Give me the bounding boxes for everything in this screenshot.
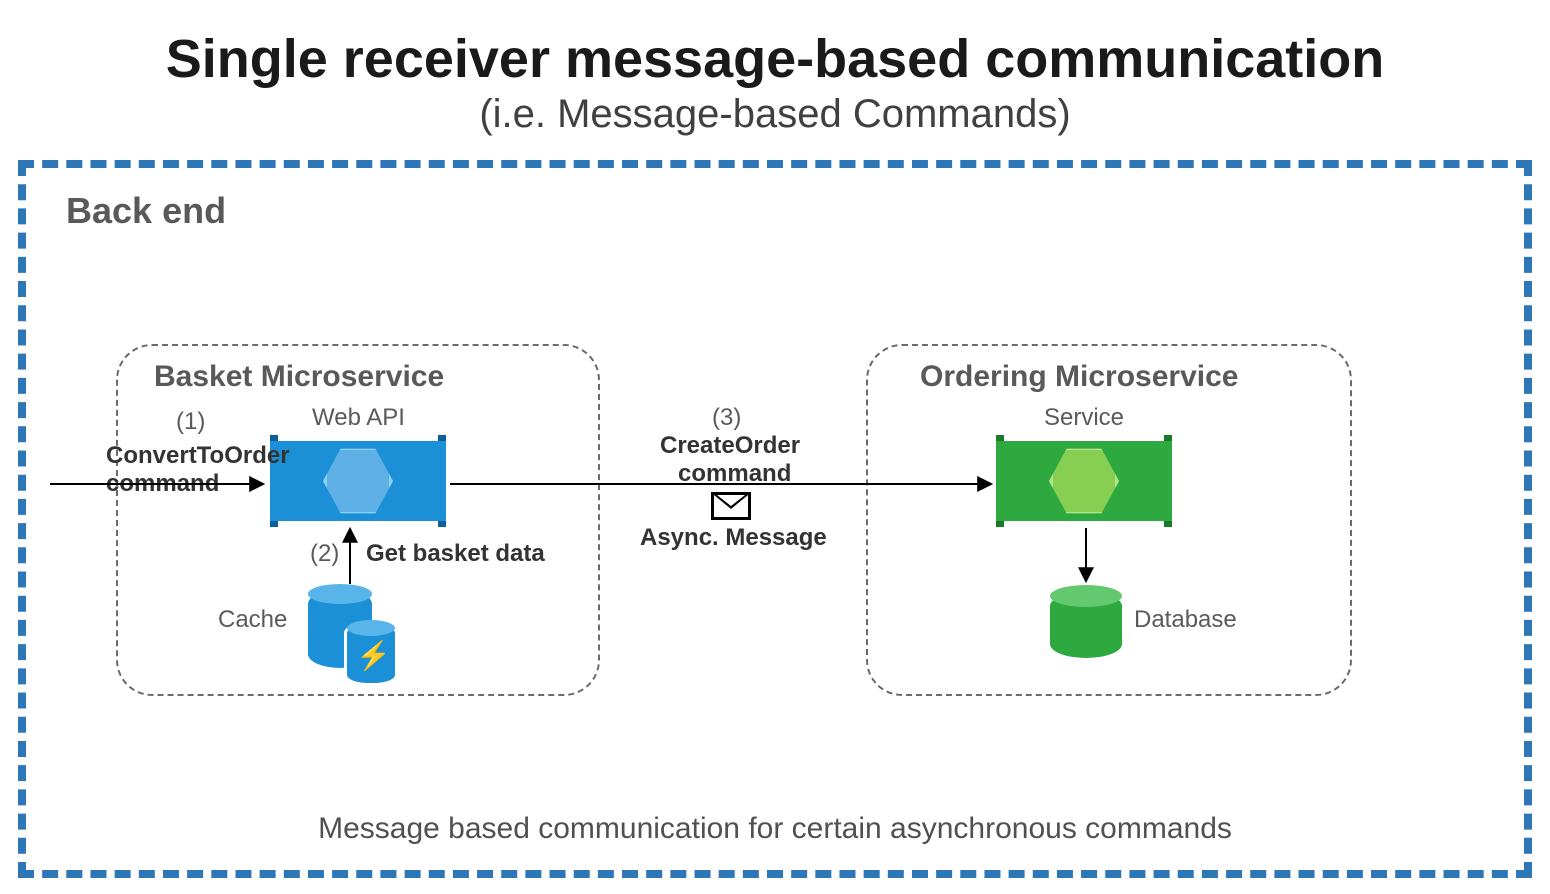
- step1-line1: ConvertToOrder: [106, 442, 290, 470]
- step2-num: (2): [310, 540, 339, 568]
- service-label: Service: [1044, 404, 1124, 432]
- cache-label: Cache: [218, 606, 287, 634]
- step3-line2: command: [678, 460, 791, 488]
- ordering-title: Ordering Microservice: [920, 360, 1238, 394]
- backend-label: Back end: [66, 190, 226, 232]
- database-label: Database: [1134, 606, 1237, 634]
- footer-note: Message based communication for certain …: [0, 812, 1550, 846]
- step3-line1: CreateOrder: [660, 432, 800, 460]
- async-message-label: Async. Message: [640, 524, 827, 552]
- diagram-canvas: Single receiver message-based communicat…: [0, 0, 1550, 894]
- basket-title: Basket Microservice: [154, 360, 444, 394]
- diagram-title: Single receiver message-based communicat…: [0, 28, 1550, 90]
- web-api-label: Web API: [312, 404, 405, 432]
- step2-text: Get basket data: [366, 540, 545, 568]
- database-icon: [1050, 586, 1122, 664]
- envelope-icon: [711, 492, 751, 520]
- step3-num: (3): [712, 404, 741, 432]
- cache-icon: ⚡: [308, 586, 398, 686]
- step1-line2: command: [106, 470, 219, 498]
- diagram-subtitle: (i.e. Message-based Commands): [0, 92, 1550, 137]
- step1-num: (1): [176, 408, 205, 436]
